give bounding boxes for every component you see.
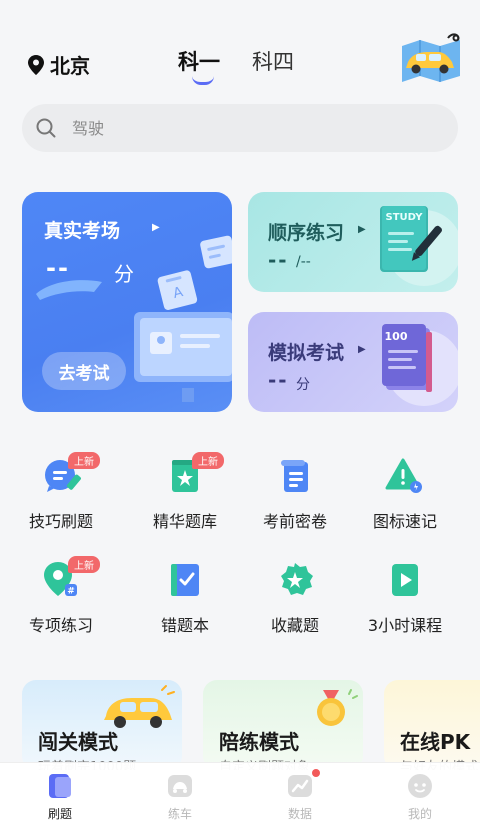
sequential-practice-card[interactable]: STUDY 顺序练习 ▶ -- /--	[248, 192, 458, 292]
real-exam-title: 真实考场	[44, 220, 121, 242]
grid-item-3h-course[interactable]: 3小时课程	[350, 560, 460, 636]
chevron-right-icon: ▶	[358, 344, 366, 355]
go-exam-button[interactable]: 去考试	[42, 352, 126, 390]
subject-tabs: 科一 科四	[178, 46, 294, 86]
wrong-book-icon	[171, 564, 199, 596]
notification-dot	[312, 769, 320, 777]
grid-label: 错题本	[160, 616, 209, 635]
grid-label: 收藏题	[270, 616, 319, 635]
scroll-icon	[281, 460, 308, 492]
challenge-mode-title: 闯关模式	[38, 730, 118, 754]
grid-item-tips-practice[interactable]: 上新 技巧刷题	[6, 452, 116, 532]
grid-label: 技巧刷题	[28, 512, 93, 531]
sequential-practice-total: /--	[296, 254, 311, 270]
city-selector[interactable]: 北京	[28, 50, 90, 79]
practice-tab-icon	[49, 774, 71, 798]
yellow-car-icon	[104, 685, 175, 728]
tab-label: 数据	[287, 807, 312, 821]
search-input[interactable]	[72, 118, 432, 138]
search-icon	[36, 118, 56, 138]
play-video-icon	[392, 564, 418, 596]
real-exam-unit: 分	[114, 262, 134, 286]
mock-exam-card[interactable]: 100 模拟考试 ▶ -- 分	[248, 312, 458, 412]
tab-drive[interactable]: 练车	[120, 763, 240, 822]
search-bar[interactable]	[22, 104, 458, 152]
warning-sign-icon	[385, 458, 422, 493]
online-pk-card[interactable]: 在线PK 与好友的模式	[384, 680, 480, 770]
user-tab-icon	[408, 774, 432, 798]
car-tab-icon	[168, 775, 192, 797]
chevron-right-icon: ▶	[152, 222, 160, 233]
new-badge: 上新	[192, 452, 224, 469]
header: 北京 科一 科四	[0, 0, 480, 100]
mock-exam-score: --	[268, 368, 289, 392]
tab-data[interactable]: 数据	[240, 763, 360, 822]
bottom-tab-bar: 刷题 练车 数据 我的	[0, 762, 480, 822]
grid-item-special-practice[interactable]: 上新 # 专项练习	[6, 556, 116, 636]
star-badge-icon	[281, 563, 313, 595]
tab-subject-four[interactable]: 科四	[252, 46, 294, 86]
tab-subject-one[interactable]: 科一	[178, 46, 220, 86]
grid-item-wrong-book[interactable]: 错题本	[130, 560, 240, 636]
tab-label: 刷题	[47, 807, 72, 821]
study-notebook-icon: STUDY	[380, 206, 458, 286]
tab-me[interactable]: 我的	[360, 763, 480, 822]
grid-item-favorites[interactable]: 收藏题	[240, 560, 350, 636]
study-label: STUDY	[386, 212, 424, 223]
mock-exam-title: 模拟考试	[268, 342, 345, 364]
score-100-label: 100	[385, 330, 408, 343]
real-exam-card[interactable]: A 真实考场 ▶ -- 分 去考试	[22, 192, 232, 412]
challenge-mode-card[interactable]: 闯关模式 玩着刷完1000题	[22, 680, 182, 770]
sequential-practice-score: --	[268, 248, 289, 272]
sequential-practice-title: 顺序练习	[268, 222, 345, 244]
city-name: 北京	[50, 54, 90, 78]
grid-item-pre-exam-paper[interactable]: 考前密卷	[240, 456, 350, 532]
location-pin-icon	[28, 54, 44, 75]
sparring-mode-title: 陪练模式	[219, 730, 299, 754]
grid-label: 3小时课程	[367, 616, 443, 635]
tab-label: 练车	[167, 807, 192, 821]
svg-text:#: #	[67, 587, 75, 597]
grid-label: 专项练习	[28, 616, 93, 635]
medal-icon	[317, 689, 358, 726]
car-map-icon[interactable]	[398, 32, 464, 84]
chart-tab-icon	[288, 775, 312, 797]
tab-practice[interactable]: 刷题	[0, 763, 120, 822]
new-badge: 上新	[68, 556, 100, 573]
grid-label: 图标速记	[372, 512, 437, 531]
grid-item-sign-memory[interactable]: 图标速记	[350, 456, 460, 532]
online-pk-title: 在线PK	[400, 730, 471, 754]
grid-label: 精华题库	[152, 512, 217, 531]
sparring-mode-card[interactable]: 陪练模式 自定义刷题对象	[203, 680, 363, 770]
grid-label: 考前密卷	[262, 512, 327, 531]
mock-exam-unit: 分	[296, 377, 310, 393]
tab-label: 我的	[407, 807, 432, 821]
real-exam-score: --	[46, 254, 70, 282]
new-badge: 上新	[68, 452, 100, 469]
grid-item-essential-bank[interactable]: 上新 精华题库	[130, 452, 240, 532]
chevron-right-icon: ▶	[358, 224, 366, 235]
exam-paper-icon: 100	[382, 324, 458, 406]
